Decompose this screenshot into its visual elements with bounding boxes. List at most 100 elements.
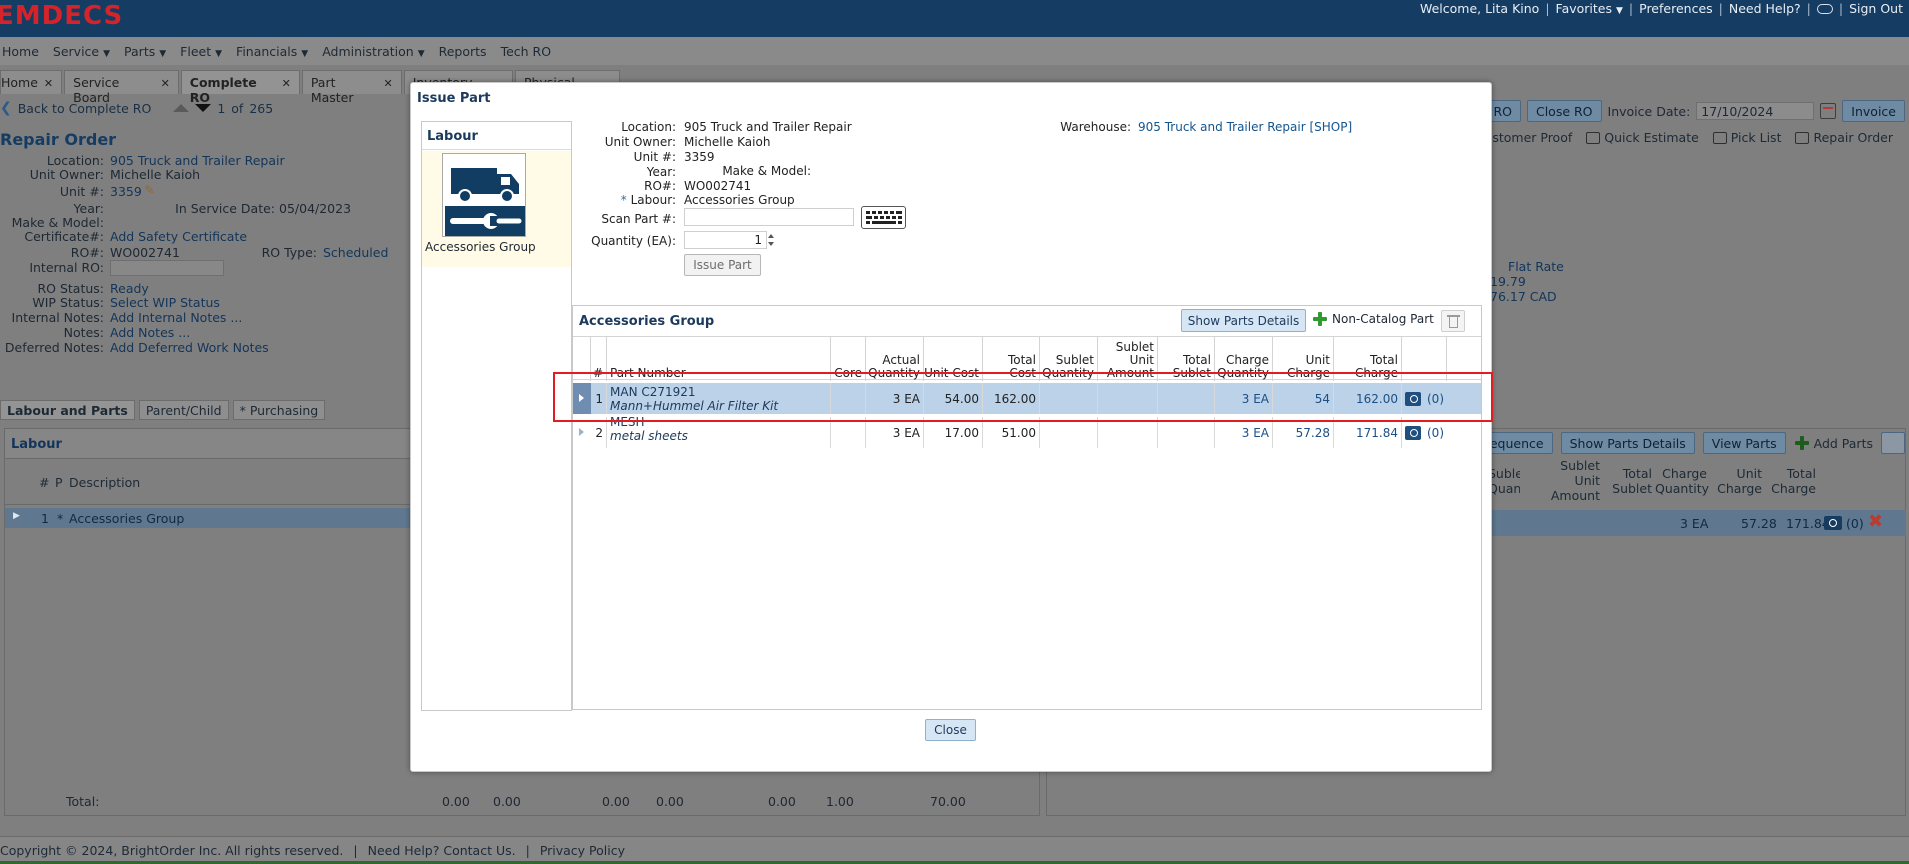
- contact-us-link[interactable]: Need Help? Contact Us.: [368, 843, 516, 858]
- expand-icon[interactable]: ▶: [13, 511, 20, 521]
- labour-total-4: 0.00: [656, 794, 684, 809]
- tab-labour-and-parts[interactable]: Labour and Parts: [0, 400, 135, 420]
- need-help-link[interactable]: Need Help?: [1729, 1, 1801, 16]
- chevron-down-icon: ▼: [103, 48, 111, 59]
- dialog-location-label: Location:: [621, 120, 676, 134]
- tab-parent-child[interactable]: Parent/Child: [138, 400, 229, 420]
- labour-description[interactable]: Accessories Group: [69, 511, 184, 526]
- ro-number-value: WO002741: [110, 245, 180, 260]
- ro-type-label: RO Type:: [261, 245, 317, 260]
- privacy-policy-link[interactable]: Privacy Policy: [540, 843, 625, 858]
- invoice-date-label: Invoice Date:: [1607, 103, 1691, 119]
- previous-record-icon[interactable]: [173, 104, 190, 112]
- ro-number-label: RO#:: [70, 245, 104, 260]
- owner-value: Michelle Kaioh: [110, 167, 201, 182]
- warehouse-link[interactable]: 905 Truck and Trailer Repair [SHOP]: [1138, 120, 1352, 134]
- repair-order-link[interactable]: Repair Order: [1795, 130, 1893, 145]
- owner-label: Unit Owner:: [29, 167, 104, 182]
- dialog-unit-label: Unit #:: [633, 150, 676, 164]
- dialog-labour-label: * Labour:: [620, 193, 676, 207]
- parts-col-sublet-unit: Sublet Unit Amount: [1550, 458, 1600, 503]
- non-catalog-part-button[interactable]: Non-Catalog Part: [1312, 311, 1434, 327]
- tab-purchasing[interactable]: * Purchasing: [232, 400, 326, 420]
- col-description: Description: [69, 475, 141, 490]
- menu-financials[interactable]: Financials ▼: [236, 44, 308, 59]
- close-button[interactable]: Close: [925, 719, 976, 741]
- add-internal-notes-link[interactable]: Add Internal Notes ...: [110, 310, 242, 325]
- invoice-date-input[interactable]: 17/10/2024: [1696, 102, 1815, 120]
- back-to-complete-ro-link[interactable]: Back to Complete RO: [18, 101, 152, 116]
- labour-tile-label: Accessories Group: [425, 240, 536, 254]
- trash-icon[interactable]: [1881, 432, 1905, 454]
- pencil-icon[interactable]: ✎: [144, 182, 154, 197]
- location-value[interactable]: 905 Truck and Trailer Repair: [110, 153, 285, 168]
- scan-part-input[interactable]: [684, 208, 854, 226]
- quantity-stepper[interactable]: 1: [684, 231, 767, 249]
- menu-tech-ro[interactable]: Tech RO: [501, 44, 552, 59]
- main-menu: Home Service ▼ Parts ▼ Fleet ▼ Financials ▼ …: [0, 37, 1909, 65]
- camera-icon[interactable]: [1824, 516, 1842, 530]
- chat-icon[interactable]: [1816, 3, 1833, 14]
- menu-administration[interactable]: Administration ▼: [322, 44, 424, 59]
- record-total: 265: [249, 100, 274, 116]
- calendar-icon[interactable]: [1820, 103, 1837, 119]
- internal-ro-input[interactable]: [110, 260, 224, 276]
- invoice-button[interactable]: Invoice: [1842, 100, 1905, 122]
- quick-estimate-link[interactable]: Quick Estimate: [1586, 130, 1699, 145]
- show-parts-details-button[interactable]: Show Parts Details: [1181, 309, 1306, 332]
- scan-part-label: Scan Part #:: [601, 212, 676, 226]
- tab-part-master[interactable]: Part Master ✕: [301, 70, 402, 105]
- internal-notes-label: Internal Notes:: [11, 310, 104, 325]
- labour-tile-accessories-group[interactable]: Accessories Group: [422, 151, 571, 267]
- ro-status-value[interactable]: Ready: [110, 281, 149, 296]
- view-parts-button[interactable]: View Parts: [1702, 432, 1786, 454]
- parts-col-total-sublet: Total Sublet: [1612, 466, 1652, 496]
- parts-col-total-charge: Total Charge: [1771, 466, 1816, 496]
- dialog-make-model-label: Make & Model:: [722, 164, 811, 178]
- preferences-link[interactable]: Preferences: [1639, 1, 1713, 16]
- part-description: metal sheets: [610, 428, 688, 443]
- favorites-menu[interactable]: Favorites ▼: [1556, 1, 1623, 16]
- trash-icon[interactable]: [1441, 310, 1465, 332]
- menu-reports[interactable]: Reports: [439, 44, 487, 59]
- add-safety-certificate-link[interactable]: Add Safety Certificate: [110, 229, 247, 244]
- keyboard-icon[interactable]: [861, 206, 906, 229]
- tab-service-board[interactable]: Service Board ✕: [64, 70, 179, 105]
- unit-value[interactable]: 3359: [110, 184, 142, 199]
- sign-out-link[interactable]: Sign Out: [1849, 1, 1903, 16]
- tab-complete-ro[interactable]: Complete RO ✕: [180, 70, 300, 105]
- year-label: Year:: [73, 201, 104, 216]
- menu-fleet[interactable]: Fleet ▼: [180, 44, 222, 59]
- highlight-box: [553, 372, 1493, 422]
- add-notes-link[interactable]: Add Notes ...: [110, 325, 190, 340]
- select-wip-status-link[interactable]: Select WIP Status: [110, 295, 220, 310]
- next-record-icon[interactable]: [195, 104, 212, 112]
- notes-label: Notes:: [63, 325, 104, 340]
- close-ro-button[interactable]: Close RO: [1526, 100, 1602, 122]
- menu-service[interactable]: Service ▼: [53, 44, 110, 59]
- parts-row[interactable]: 3 EA 57.28 171.84 (0): [1486, 510, 1906, 536]
- chevron-down-icon: [768, 242, 774, 246]
- pick-list-link[interactable]: Pick List: [1712, 130, 1781, 145]
- dialog-owner-value: Michelle Kaioh: [684, 135, 771, 149]
- menu-parts[interactable]: Parts ▼: [124, 44, 166, 59]
- chevron-down-icon: ▼: [301, 48, 309, 59]
- issue-part-button[interactable]: Issue Part: [684, 254, 761, 276]
- tab-home[interactable]: Home ✕: [0, 70, 63, 94]
- emdecs-logo[interactable]: EMDECS: [0, 1, 123, 31]
- parts-toolbar: Sequence Show Parts Details View Parts A…: [1472, 432, 1905, 454]
- delete-icon[interactable]: ✖: [1868, 511, 1883, 532]
- dialog-owner-label: Unit Owner:: [604, 135, 676, 149]
- add-deferred-work-notes-link[interactable]: Add Deferred Work Notes: [110, 340, 269, 355]
- back-arrow-icon[interactable]: ❮: [0, 100, 12, 116]
- menu-home[interactable]: Home: [2, 44, 39, 59]
- chevron-down-icon: ▼: [1615, 6, 1623, 16]
- show-parts-details-button-bg[interactable]: Show Parts Details: [1560, 432, 1695, 454]
- camera-icon[interactable]: [1405, 425, 1421, 440]
- ro-type-value[interactable]: Scheduled: [323, 245, 388, 260]
- quantity-spinner[interactable]: [767, 231, 777, 249]
- labour-total-6: 1.00: [826, 794, 854, 809]
- truck-wrench-icon: [442, 153, 526, 237]
- chevron-down-icon: ▼: [417, 48, 425, 59]
- add-parts-button[interactable]: Add Parts: [1794, 435, 1873, 451]
